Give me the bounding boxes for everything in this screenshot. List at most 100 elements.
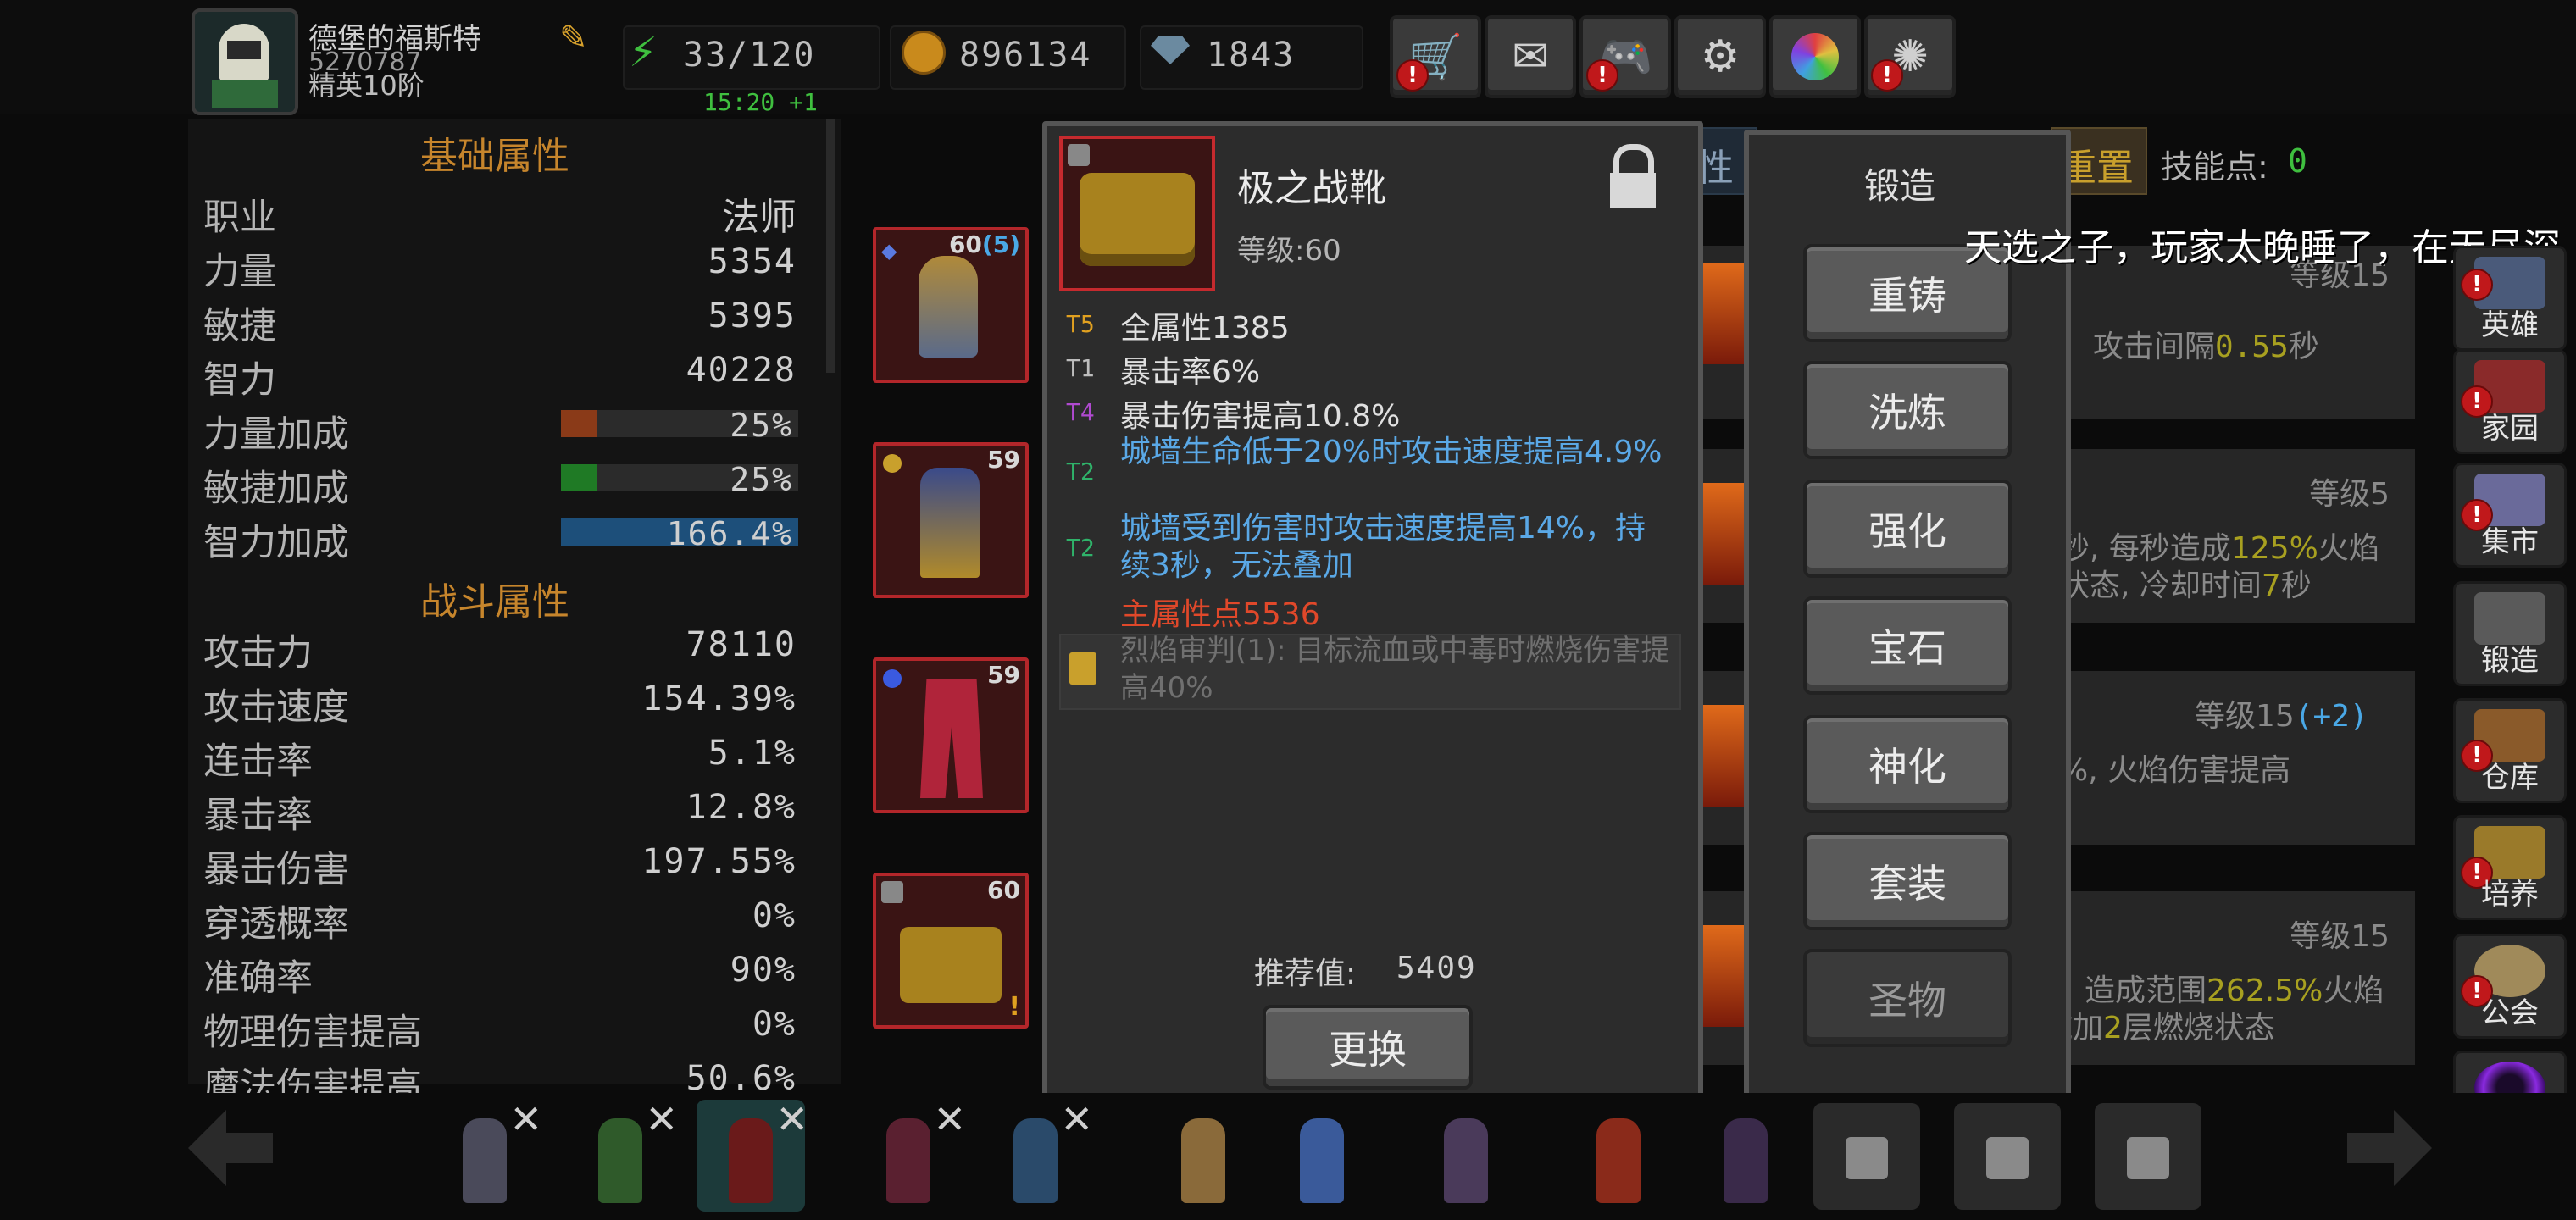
set-button[interactable]: 套装 [1803,832,2012,930]
fireworks-button[interactable]: ✺ ! [1864,15,1956,98]
combat-stats-title: 战斗属性 [420,580,569,624]
skill-desc: 攻击间隔 [2093,330,2216,364]
unlock-icon[interactable] [1610,144,1657,208]
hero-figure [729,1118,773,1203]
sidebar-guild[interactable]: ! 公会 [2453,934,2567,1039]
skill-points-label: 技能点: [2161,148,2268,186]
bar-value: 25% [730,461,793,498]
equip-level-bonus: (5) [981,230,1020,258]
deify-button[interactable]: 神化 [1803,715,2012,813]
skill-points-value: 0 [2288,142,2307,180]
alert-badge: ! [2461,269,2493,301]
stat-value: 5395 [708,297,797,336]
stat-value: 78110 [686,625,797,664]
hero-portrait[interactable] [1568,1101,1669,1210]
tier-label: T4 [1066,398,1095,426]
energy-timer: 15:20 +1 [703,88,818,116]
hero-figure [1013,1118,1058,1203]
remove-hero-icon[interactable]: ✕ [509,1096,542,1142]
attr-tier: T4 [1066,398,1095,426]
skill-desc: 秒 [2280,568,2312,603]
remove-hero-icon[interactable]: ✕ [933,1096,966,1142]
aperture-icon [1791,33,1839,80]
item-level: 等级:60 [1237,234,1341,268]
hero-figure [886,1118,930,1203]
gamepad-button[interactable]: 🎮 ! [1579,15,1671,98]
sidebar-label: 锻造 [2481,644,2539,678]
remove-hero-icon[interactable]: ✕ [775,1096,808,1142]
locked-hero-slot[interactable] [1954,1103,2061,1210]
stat-label: 力量 [203,251,276,293]
sidebar-heroes[interactable]: ! 英雄 [2453,246,2567,351]
stat-value: 40228 [686,351,797,390]
item-name: 极之战靴 [1237,167,1386,210]
gold-socket-icon [883,454,902,473]
equip-slot-legs[interactable]: 59 [873,657,1029,813]
aperture-button[interactable] [1769,15,1861,98]
sidebar-home[interactable]: ! 家园 [2453,349,2567,454]
hero-portrait[interactable]: ✕ [985,1096,1093,1210]
sidebar-forge[interactable]: 锻造 [2453,581,2567,686]
locked-hero-slot[interactable] [1813,1103,1920,1210]
stats-scrollbar[interactable] [826,119,835,373]
equip-level: 59 [987,446,1020,474]
hero-portrait[interactable]: ✕ [569,1096,678,1210]
stat-label: 准确率 [203,957,313,1000]
settings-button[interactable]: ⚙ [1674,15,1766,98]
skill-num: 2 [2103,1011,2123,1045]
remove-hero-icon[interactable]: ✕ [645,1096,678,1142]
hero-portrait[interactable]: ✕ [700,1096,808,1210]
hero-portrait[interactable]: ✕ [858,1096,966,1210]
hero-figure [1596,1118,1641,1203]
energy-icon: ⚡ [629,29,658,76]
relic-button[interactable]: 圣物 [1803,949,2012,1047]
skill-level: 等级15 [2195,699,2295,734]
intelligence-bonus-bar: 166.4% [561,515,798,552]
gold-value: 896134 [959,36,1092,75]
skill-desc: 状态, 冷却时间 [2059,568,2262,603]
stat-label: 智力加成 [203,522,349,564]
attr-line: 全属性1385 [1120,311,1290,346]
stat-label: 力量加成 [203,413,349,456]
gem-button[interactable]: 宝石 [1803,596,2012,695]
skill-desc: 火焰 [2318,531,2379,566]
hero-portrait[interactable] [1271,1101,1373,1210]
equip-slot-armor[interactable]: ◆ 60(5) [873,227,1029,383]
player-avatar[interactable] [192,8,298,115]
sidebar-warehouse[interactable]: ! 仓库 [2453,698,2567,803]
equip-slot-robe[interactable]: 59 [873,442,1029,598]
stat-label: 敏捷 [203,305,276,347]
remove-hero-icon[interactable]: ✕ [1060,1096,1093,1142]
lock-icon [1986,1137,2029,1179]
stat-label: 智力 [203,359,276,402]
player-rank: 精英10阶 [308,69,425,102]
alert-badge: ! [1586,59,1618,92]
recommend-label: 推荐值: [1254,957,1357,991]
edit-name-icon[interactable]: ✎ [559,19,588,58]
shop-button[interactable]: 🛒 ! [1390,15,1481,98]
hero-figure [598,1118,642,1203]
sidebar-label: 英雄 [2481,308,2539,342]
mail-button[interactable]: ✉ [1485,15,1576,98]
stat-value: 0% [752,1005,797,1044]
sidebar-market[interactable]: ! 集市 [2453,463,2567,568]
hero-portrait[interactable] [1415,1101,1517,1210]
replace-button[interactable]: 更换 [1263,1005,1473,1090]
energy-value: 33/120 [683,36,816,75]
attr-line: 城墙生命低于20%时攻击速度提高4.9% [1120,435,1663,469]
equip-level: 59 [987,661,1020,689]
stat-label: 攻击速度 [203,686,349,729]
hero-portrait[interactable] [1152,1101,1254,1210]
refine-button[interactable]: 洗炼 [1803,361,2012,459]
attr-line: 暴击率6% [1120,355,1261,390]
stat-value: 法师 [722,196,797,239]
skill-num: 0.55 [2215,330,2289,364]
hero-portrait[interactable]: ✕ [434,1096,542,1210]
enhance-button[interactable]: 强化 [1803,480,2012,578]
locked-hero-slot[interactable] [2095,1103,2201,1210]
item-icon [1059,136,1215,291]
hero-portrait[interactable] [1695,1101,1796,1210]
sidebar-training[interactable]: ! 培养 [2453,815,2567,920]
stat-value: 5354 [708,242,797,281]
equip-slot-boots[interactable]: 60 ! [873,873,1029,1029]
